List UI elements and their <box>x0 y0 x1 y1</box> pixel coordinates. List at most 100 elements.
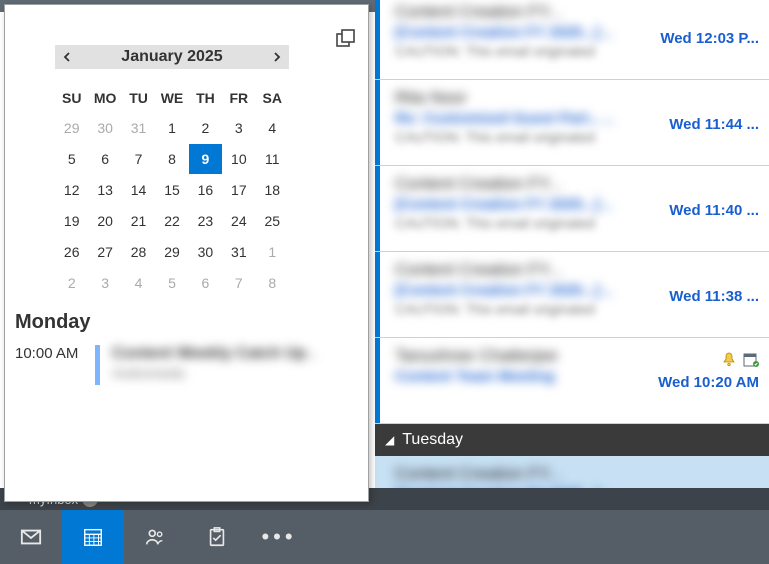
chevron-down-icon: ◢ <box>385 433 394 447</box>
unread-stripe <box>375 252 380 337</box>
mail-item[interactable]: Content Creation FY...[Content Creation … <box>375 0 769 80</box>
calendar-peek-panel: January 2025 SUMOTUWETHFRSA 293031123456… <box>4 4 369 502</box>
day-cell[interactable]: 1 <box>256 237 289 267</box>
month-label: January 2025 <box>121 48 222 66</box>
day-cell[interactable]: 5 <box>155 268 188 298</box>
day-cell[interactable]: 20 <box>88 206 121 236</box>
day-cell[interactable]: 19 <box>55 206 88 236</box>
day-cell[interactable]: 26 <box>55 237 88 267</box>
dow-cell: TU <box>122 83 155 113</box>
nav-more-button[interactable]: ••• <box>248 510 310 564</box>
day-cell[interactable]: 30 <box>189 237 222 267</box>
date-separator[interactable]: ◢ Tuesday <box>375 424 769 456</box>
day-cell[interactable]: 29 <box>155 237 188 267</box>
day-cell[interactable]: 1 <box>155 113 188 143</box>
day-cell[interactable]: 10 <box>222 144 255 174</box>
mail-sender: Content Creation FY... <box>395 174 631 194</box>
day-cell[interactable]: 27 <box>88 237 121 267</box>
day-cell[interactable]: 3 <box>222 113 255 143</box>
mail-time: Wed 11:44 ... <box>669 116 759 133</box>
mail-item[interactable]: Tanushree ChatterjeeContent Team Meeting… <box>375 338 769 424</box>
day-cell[interactable]: 3 <box>88 268 121 298</box>
day-cell[interactable]: 30 <box>88 113 121 143</box>
mail-sender: Content Creation FY... <box>395 464 631 484</box>
dow-cell: SA <box>256 83 289 113</box>
mail-item[interactable]: Rita Noor Re: Customized Guest Part... ..… <box>375 80 769 166</box>
unread-stripe <box>375 0 380 79</box>
day-cell[interactable]: 4 <box>256 113 289 143</box>
month-selector: January 2025 <box>55 45 289 69</box>
agenda-location: Andromeda <box>112 365 315 381</box>
day-cell[interactable]: 2 <box>55 268 88 298</box>
day-cell[interactable]: 4 <box>122 268 155 298</box>
day-cell[interactable]: 15 <box>155 175 188 205</box>
agenda-day-label: Monday <box>15 311 91 334</box>
calendar-accept-icon <box>743 352 759 370</box>
day-cell[interactable]: 29 <box>55 113 88 143</box>
popout-icon[interactable] <box>336 29 356 49</box>
day-cell[interactable]: 24 <box>222 206 255 236</box>
date-separator-label: Tuesday <box>402 431 463 449</box>
day-cell[interactable]: 13 <box>88 175 121 205</box>
bell-icon <box>721 352 737 370</box>
agenda-title: Content Weekly Catch Up . <box>112 345 315 363</box>
day-cell[interactable]: 8 <box>256 268 289 298</box>
dow-cell: WE <box>155 83 188 113</box>
mail-subject: Re: Customized Guest Part... .. <box>395 110 631 127</box>
nav-people-button[interactable] <box>124 510 186 564</box>
day-cell[interactable]: 21 <box>122 206 155 236</box>
mail-time: Wed 11:40 ... <box>669 202 759 219</box>
mail-subject: [Content Creation FY 2025...] .. <box>395 282 631 299</box>
mail-item[interactable]: Content Creation FY... [Content Creation … <box>375 166 769 252</box>
day-cell[interactable]: 9 <box>189 144 222 174</box>
mail-preview: CAUTION: This email originated <box>395 301 631 317</box>
mail-sender: Tanushree Chatterjee <box>395 346 631 366</box>
nav-calendar-button[interactable] <box>62 510 124 564</box>
day-cell[interactable]: 23 <box>189 206 222 236</box>
nav-bar: ••• <box>0 510 769 564</box>
mail-subject: [Content Creation FY 2025...] .. <box>395 196 631 213</box>
dow-cell: MO <box>88 83 121 113</box>
mail-sender: Content Creation FY... <box>395 2 631 22</box>
unread-stripe <box>375 80 380 165</box>
mail-time: Wed 12:03 P... <box>660 30 759 47</box>
day-cell[interactable]: 18 <box>256 175 289 205</box>
day-cell[interactable]: 28 <box>122 237 155 267</box>
unread-stripe <box>375 166 380 251</box>
day-cell[interactable]: 17 <box>222 175 255 205</box>
day-cell[interactable]: 6 <box>88 144 121 174</box>
agenda-item[interactable]: 10:00 AM Content Weekly Catch Up . Andro… <box>15 345 358 385</box>
day-cell[interactable]: 7 <box>122 144 155 174</box>
next-month-button[interactable] <box>265 45 289 69</box>
day-cell[interactable]: 8 <box>155 144 188 174</box>
day-cell[interactable]: 12 <box>55 175 88 205</box>
day-cell[interactable]: 25 <box>256 206 289 236</box>
unread-stripe <box>375 338 380 423</box>
day-cell[interactable]: 6 <box>189 268 222 298</box>
mail-time: Wed 11:38 ... <box>669 288 759 305</box>
day-cell[interactable]: 14 <box>122 175 155 205</box>
agenda-color-bar <box>95 345 100 385</box>
day-cell[interactable]: 31 <box>122 113 155 143</box>
dow-cell: SU <box>55 83 88 113</box>
dow-cell: FR <box>222 83 255 113</box>
nav-mail-button[interactable] <box>0 510 62 564</box>
day-cell[interactable]: 5 <box>55 144 88 174</box>
prev-month-button[interactable] <box>55 45 79 69</box>
mail-sender: Content Creation FY... <box>395 260 631 280</box>
mail-sender: Rita Noor <box>395 88 631 108</box>
day-cell[interactable]: 7 <box>222 268 255 298</box>
nav-tasks-button[interactable] <box>186 510 248 564</box>
mail-preview: CAUTION: This email originated <box>395 129 631 145</box>
day-cell[interactable]: 22 <box>155 206 188 236</box>
mail-preview: CAUTION: This email originated <box>395 215 631 231</box>
mail-item[interactable]: Content Creation FY... [Content Creation … <box>375 252 769 338</box>
mail-time: Wed 10:20 AM <box>658 374 759 391</box>
more-icon: ••• <box>261 524 296 550</box>
mail-preview: CAUTION: This email originated <box>395 43 631 59</box>
day-cell[interactable]: 2 <box>189 113 222 143</box>
day-cell[interactable]: 31 <box>222 237 255 267</box>
day-cell[interactable]: 16 <box>189 175 222 205</box>
agenda-time: 10:00 AM <box>15 345 95 362</box>
day-cell[interactable]: 11 <box>256 144 289 174</box>
